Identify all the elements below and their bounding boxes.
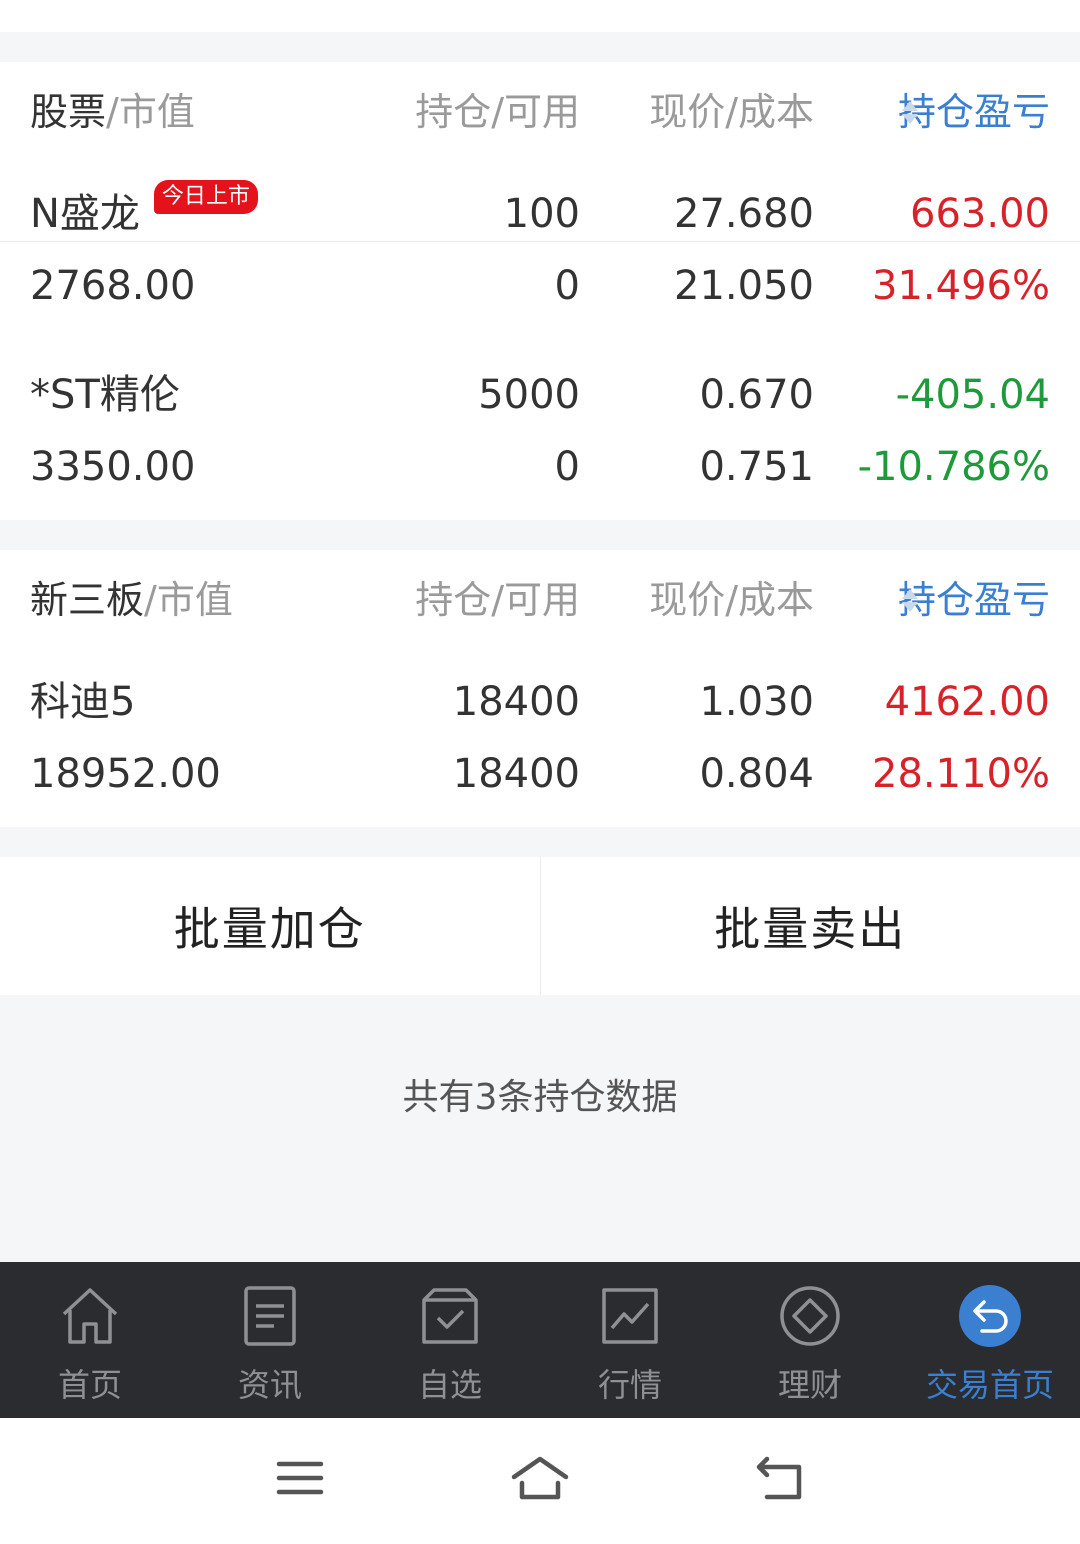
watchlist-icon xyxy=(418,1284,482,1348)
market-value: 3350.00 xyxy=(30,444,196,490)
available-qty: 0 xyxy=(554,444,580,490)
available-qty: 18400 xyxy=(452,751,580,797)
tab-watchlist[interactable]: 自选 xyxy=(360,1262,540,1418)
holding-qty: 5000 xyxy=(478,372,580,418)
tab-label: 理财 xyxy=(777,1366,842,1404)
tab-trade-home[interactable]: 交易首页 xyxy=(900,1262,1080,1418)
news-icon xyxy=(238,1284,302,1348)
tab-home[interactable]: 首页 xyxy=(0,1262,180,1418)
neeq-holdings-section: 新三板/市值 持仓/可用 现价/成本 持仓盈亏 科迪5 18400 1.030 … xyxy=(0,550,1080,827)
back-nav-icon[interactable] xyxy=(750,1448,810,1508)
tab-label: 自选 xyxy=(417,1366,482,1404)
stock-name: N盛龙 今日上市 xyxy=(30,178,258,250)
batch-add-button[interactable]: 批量加仓 xyxy=(0,857,540,995)
trade-back-icon xyxy=(958,1284,1022,1348)
menu-icon[interactable] xyxy=(270,1448,330,1508)
finance-diamond-icon xyxy=(778,1284,842,1348)
batch-action-bar: 批量加仓 批量卖出 xyxy=(0,857,1080,995)
stock-holdings-section: 股票/市值 持仓/可用 现价/成本 持仓盈亏 N盛龙 今日上市 100 27.68… xyxy=(0,62,1080,520)
table-row[interactable]: 科迪5 18400 1.030 4162.00 18952.00 18400 0… xyxy=(0,550,1080,827)
stock-name: 科迪5 xyxy=(30,679,136,725)
profit-amount: -405.04 xyxy=(895,372,1050,418)
tab-finance[interactable]: 理财 xyxy=(720,1262,900,1418)
tab-market[interactable]: 行情 xyxy=(540,1262,720,1418)
batch-sell-button[interactable]: 批量卖出 xyxy=(541,857,1080,995)
tab-label: 行情 xyxy=(597,1366,662,1404)
home-icon xyxy=(58,1284,122,1348)
stock-name: *ST精伦 xyxy=(30,372,180,418)
profit-percent: -10.786% xyxy=(857,444,1050,490)
current-price: 0.670 xyxy=(699,372,814,418)
cost-price: 0.751 xyxy=(699,444,814,490)
listing-today-badge: 今日上市 xyxy=(153,180,258,214)
top-strip xyxy=(0,0,1080,32)
cost-price: 0.804 xyxy=(699,751,814,797)
table-row[interactable]: *ST精伦 5000 0.670 -405.04 3350.00 0 0.751… xyxy=(0,243,1080,490)
current-price: 27.680 xyxy=(674,191,814,237)
tab-news[interactable]: 资讯 xyxy=(180,1262,360,1418)
holding-qty: 18400 xyxy=(452,679,580,725)
holdings-count-text: 共有3条持仓数据 xyxy=(402,1077,678,1118)
market-value: 18952.00 xyxy=(30,751,221,797)
tab-label: 交易首页 xyxy=(925,1366,1054,1404)
tab-label: 资讯 xyxy=(237,1366,302,1404)
system-nav-bar xyxy=(0,1418,1080,1544)
profit-amount: 4162.00 xyxy=(884,679,1050,725)
tab-label: 首页 xyxy=(57,1366,122,1404)
current-price: 1.030 xyxy=(699,679,814,725)
profit-amount: 663.00 xyxy=(910,191,1050,237)
holding-qty: 100 xyxy=(503,191,580,237)
table-row[interactable]: N盛龙 今日上市 100 27.680 663.00 2768.00 0 21.0… xyxy=(0,62,1080,309)
profit-percent: 28.110% xyxy=(872,751,1050,797)
home-nav-icon[interactable] xyxy=(510,1448,570,1508)
bottom-tab-bar: 首页 资讯 自选 行情 理财 交易首页 xyxy=(0,1262,1080,1418)
market-chart-icon xyxy=(598,1284,662,1348)
